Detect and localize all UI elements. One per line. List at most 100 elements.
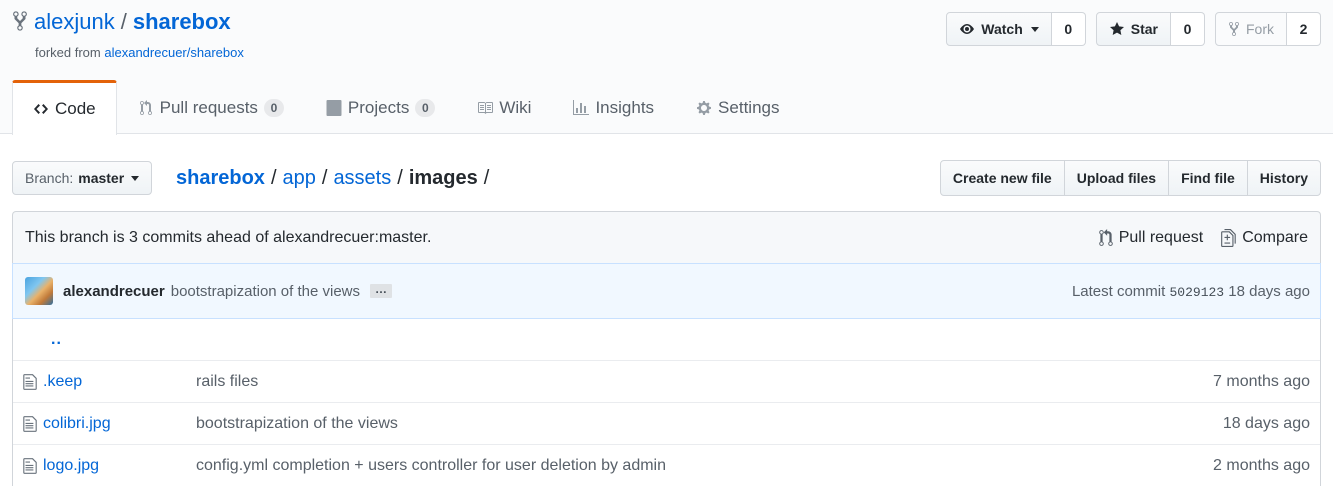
branch-name: master [78, 170, 125, 186]
gear-icon [697, 100, 712, 115]
file-icon [23, 373, 37, 390]
compare-link[interactable]: Compare [1221, 228, 1308, 247]
file-commit-message-link[interactable]: rails files [196, 373, 1213, 391]
fork-count[interactable]: 2 [1287, 12, 1321, 46]
star-icon [1109, 22, 1124, 35]
compare-label: Compare [1242, 228, 1308, 246]
tab-settings-label: Settings [718, 97, 780, 117]
branch-infobar: This branch is 3 commits ahead of alexan… [12, 211, 1321, 263]
forked-from-label: forked from [35, 45, 101, 60]
chevron-down-icon [1030, 26, 1039, 32]
tab-projects[interactable]: Projects 0 [305, 80, 456, 134]
table-row: logo.jpg config.yml completion + users c… [13, 444, 1320, 486]
graph-icon [573, 99, 590, 115]
repo-title-separator: / [120, 9, 127, 34]
breadcrumb: sharebox / app / assets / images / [176, 164, 495, 192]
breadcrumb-separator: / [321, 167, 328, 189]
file-icon [23, 415, 37, 432]
pull-request-label: Pull request [1118, 228, 1204, 246]
table-row: .keep rails files 7 months ago [13, 360, 1320, 402]
chevron-down-icon [131, 175, 140, 181]
repo-header: alexjunk / sharebox forked from alexandrec… [0, 0, 1333, 135]
latest-commit-age: 18 days ago [1228, 282, 1310, 300]
up-directory-row: .. [13, 319, 1320, 360]
file-navigation: Branch: master sharebox / app / assets / image… [12, 160, 1321, 196]
breadcrumb-assets-link[interactable]: assets [333, 167, 391, 189]
eye-icon [960, 24, 975, 34]
tab-pull-requests[interactable]: Pull requests 0 [117, 80, 305, 134]
star-group: Star 0 [1095, 12, 1205, 46]
breadcrumb-current: images [408, 167, 478, 189]
latest-commit-summary: alexandrecuer bootstrapization of the vi… [25, 277, 393, 305]
watch-button[interactable]: Watch [946, 12, 1052, 46]
tab-code[interactable]: Code [12, 80, 117, 135]
breadcrumb-separator: / [483, 167, 490, 189]
breadcrumb-separator: / [397, 167, 403, 189]
compare-icon [1221, 228, 1236, 247]
book-icon [478, 101, 494, 114]
file-name: colibri.jpg [43, 414, 111, 432]
files-table: .. .keep rails files 7 months ago colibr… [12, 319, 1321, 486]
repo-nav: Code Pull requests 0 Projects 0 Wiki Ins… [12, 80, 800, 135]
breadcrumb-app-link[interactable]: app [283, 167, 316, 189]
branch-status-text: This branch is 3 commits ahead of alexan… [25, 228, 432, 246]
file-link[interactable]: logo.jpg [13, 457, 196, 475]
git-pull-request-icon [1098, 228, 1113, 246]
star-label: Star [1130, 21, 1158, 37]
project-icon [326, 99, 342, 116]
latest-commit-meta: Latest commit 5029123 18 days ago [1072, 283, 1310, 300]
table-row: colibri.jpg bootstrapization of the view… [13, 402, 1320, 444]
tab-projects-label: Projects [347, 97, 410, 117]
fork-group: Fork 2 [1215, 12, 1321, 46]
breadcrumb-separator: / [270, 167, 277, 189]
repo-owner-link[interactable]: alexjunk [34, 9, 115, 34]
star-count[interactable]: 0 [1171, 12, 1205, 46]
commit-tease: alexandrecuer bootstrapization of the vi… [12, 263, 1321, 319]
repo-actions: Watch 0 Star 0 Fork 2 [946, 12, 1321, 46]
file-name: logo.jpg [43, 456, 100, 474]
tab-wiki[interactable]: Wiki [456, 80, 552, 134]
tab-settings[interactable]: Settings [675, 80, 800, 134]
file-age: 18 days ago [1222, 414, 1310, 432]
file-age: 7 months ago [1213, 372, 1310, 390]
up-directory-link[interactable]: .. [51, 331, 62, 349]
branch-prefix: Branch: [25, 170, 74, 186]
history-button[interactable]: History [1246, 160, 1321, 196]
create-new-file-button[interactable]: Create new file [939, 160, 1065, 196]
expand-commit-button[interactable]: … [370, 283, 393, 298]
file-commit-message-link[interactable]: bootstrapization of the views [196, 415, 1223, 433]
commit-author-link[interactable]: alexandrecuer [63, 283, 165, 300]
tab-insights[interactable]: Insights [552, 80, 675, 134]
branch-infobar-actions: Pull request Compare [1098, 228, 1308, 247]
tab-wiki-label: Wiki [499, 97, 532, 117]
find-file-button[interactable]: Find file [1168, 160, 1248, 196]
pull-requests-counter: 0 [263, 98, 284, 117]
star-button[interactable]: Star [1095, 12, 1171, 46]
fork-button[interactable]: Fork [1215, 12, 1287, 46]
file-commit-message-link[interactable]: config.yml completion + users controller… [196, 457, 1213, 475]
commit-message-link[interactable]: bootstrapization of the views [171, 283, 360, 300]
repo-name-link[interactable]: sharebox [133, 9, 231, 34]
tab-insights-label: Insights [595, 97, 655, 117]
breadcrumb-root-link[interactable]: sharebox [176, 167, 265, 189]
pull-request-link[interactable]: Pull request [1098, 228, 1204, 247]
fork-label: Fork [1246, 21, 1274, 37]
watch-group: Watch 0 [946, 12, 1086, 46]
file-link[interactable]: colibri.jpg [13, 415, 196, 433]
commit-sha-link[interactable]: 5029123 [1169, 285, 1224, 300]
watch-count[interactable]: 0 [1051, 12, 1086, 46]
fork-icon [1229, 21, 1239, 37]
forked-from-link[interactable]: alexandrecuer/sharebox [104, 45, 243, 60]
upload-files-button[interactable]: Upload files [1063, 160, 1170, 196]
tab-pull-requests-label: Pull requests [159, 97, 258, 117]
code-icon [34, 104, 48, 114]
tab-code-label: Code [55, 99, 96, 118]
git-pull-request-icon [139, 99, 152, 115]
file-actions: Create new file Upload files Find file H… [939, 160, 1321, 196]
avatar[interactable] [25, 277, 53, 305]
branch-select-button[interactable]: Branch: master [12, 161, 153, 195]
latest-commit-prefix: Latest commit [1071, 282, 1166, 300]
file-link[interactable]: .keep [13, 373, 196, 391]
repo-title-row: alexjunk / sharebox [12, 8, 231, 36]
file-name: .keep [43, 372, 83, 390]
